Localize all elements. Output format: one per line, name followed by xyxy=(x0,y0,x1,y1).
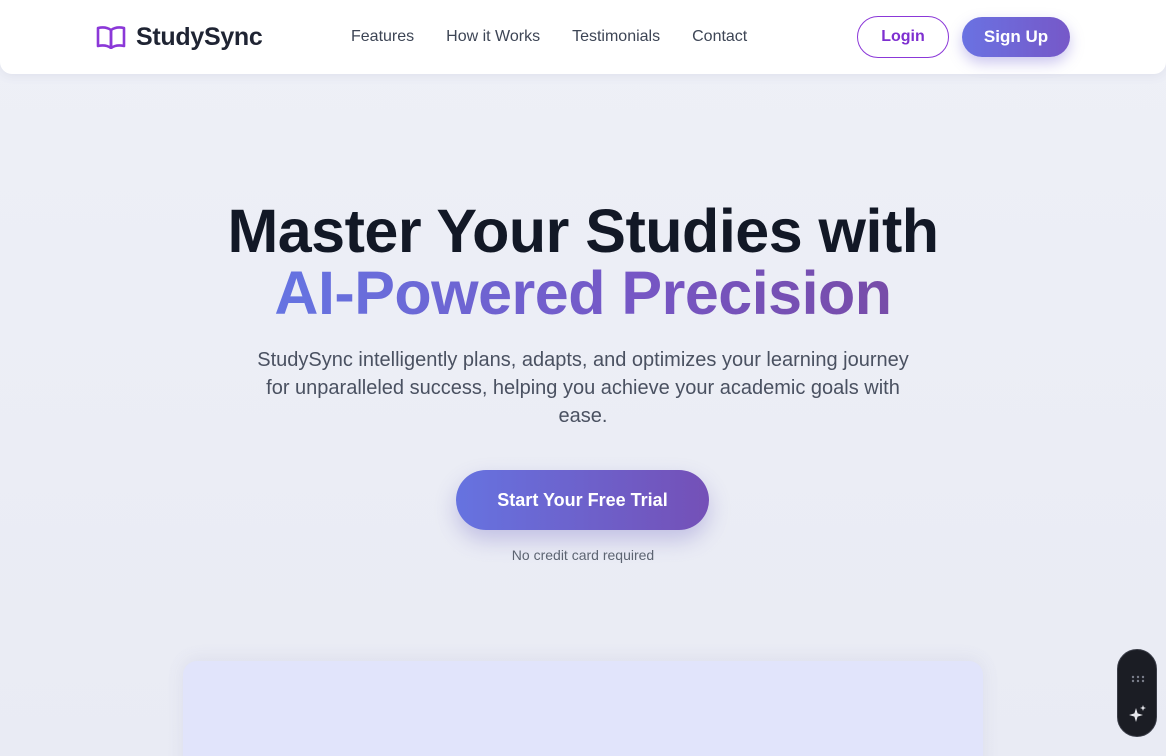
hero-title: Master Your Studies with AI-Powered Prec… xyxy=(0,200,1166,324)
landing-page: StudySync Features How it Works Testimon… xyxy=(0,0,1166,756)
floating-assistant-widget xyxy=(1117,649,1157,737)
open-book-icon xyxy=(96,25,126,49)
start-free-trial-button[interactable]: Start Your Free Trial xyxy=(456,470,709,530)
nav-link-features[interactable]: Features xyxy=(351,27,414,47)
brand-name: StudySync xyxy=(136,22,263,51)
navbar: StudySync Features How it Works Testimon… xyxy=(0,0,1166,74)
hero-title-line2: AI-Powered Precision xyxy=(274,259,892,327)
brand-logo[interactable]: StudySync xyxy=(96,20,263,54)
nav-link-how-it-works[interactable]: How it Works xyxy=(446,27,540,47)
signup-button[interactable]: Sign Up xyxy=(962,17,1070,57)
main-nav: Features How it Works Testimonials Conta… xyxy=(351,27,779,47)
sparkle-icon[interactable] xyxy=(1128,704,1148,724)
cta-note: No credit card required xyxy=(511,547,655,563)
app-preview-card xyxy=(183,661,983,756)
hero-title-line1: Master Your Studies with xyxy=(227,197,939,265)
hero-subtitle: StudySync intelligently plans, adapts, a… xyxy=(257,349,909,427)
grip-icon[interactable] xyxy=(1131,670,1145,683)
nav-link-testimonials[interactable]: Testimonials xyxy=(572,27,660,47)
nav-link-contact[interactable]: Contact xyxy=(692,27,747,47)
login-button[interactable]: Login xyxy=(857,16,949,58)
